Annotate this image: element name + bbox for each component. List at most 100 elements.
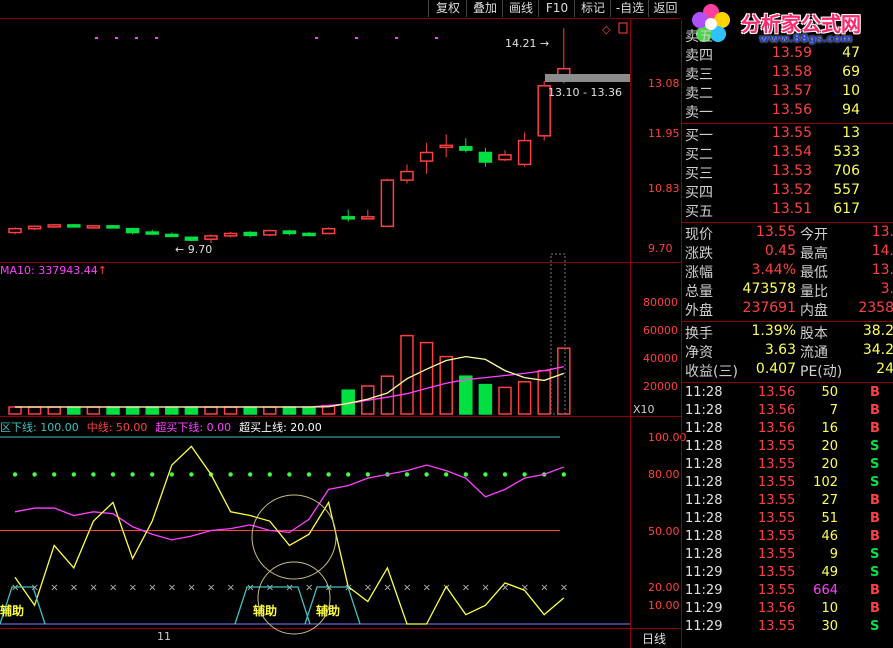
price-range-box — [545, 74, 630, 82]
ind-dot — [346, 472, 351, 477]
volume-bar — [86, 406, 101, 415]
ind-cross: × — [521, 583, 529, 594]
high-label: 14.21 → — [505, 37, 550, 50]
period-button[interactable]: 日线 — [642, 630, 666, 647]
toolbar-button[interactable]: 返回 — [648, 0, 682, 17]
candle — [321, 227, 336, 235]
tick-row: 11:28 13.56 16 B — [682, 421, 893, 439]
stat-value: 2358 — [858, 300, 893, 316]
tick-row: 11:29 13.55 664 B — [682, 583, 893, 601]
indicator-legend-item: 超买下线: 0.00 — [155, 421, 232, 434]
tick-time: 11:29 — [685, 565, 723, 580]
tick-direction: B — [870, 511, 880, 526]
ind-cross: × — [168, 583, 176, 594]
ind-cross: × — [109, 583, 117, 594]
toolbar-button[interactable]: 标记 — [574, 0, 611, 17]
volume-bar — [204, 406, 218, 415]
candle — [380, 178, 395, 228]
tick-time: 11:28 — [685, 547, 723, 562]
indicator-tick: 20.00 — [648, 581, 680, 594]
price-tick: 11.95 — [648, 127, 680, 140]
stat-value: 1.39% — [751, 323, 796, 339]
tick-row: 11:28 13.56 50 B — [682, 385, 893, 403]
tick-volume: 27 — [821, 493, 838, 508]
toolbar-button[interactable]: 画线 — [502, 0, 539, 17]
tick-volume: 30 — [821, 619, 838, 634]
tick-time: 11:28 — [685, 511, 723, 526]
toolbar-button[interactable]: F10 — [538, 0, 575, 17]
volume-bar — [537, 369, 551, 415]
candle — [27, 225, 42, 231]
candle — [459, 138, 473, 153]
indicator-tick: 80.00 — [648, 468, 680, 481]
stat-label: 换手 — [685, 326, 713, 342]
ind-dot — [365, 472, 370, 477]
toolbar-button[interactable]: 叠加 — [466, 0, 503, 17]
volume-bar — [498, 386, 512, 415]
tick-row: 11:29 13.56 10 B — [682, 601, 893, 619]
bid-label: 买三 — [685, 166, 713, 182]
tick-direction: S — [870, 457, 880, 472]
volume-unit: X10 — [633, 403, 655, 416]
candle — [125, 227, 140, 235]
marker-dash — [355, 37, 358, 39]
marker-dash — [95, 37, 98, 39]
tick-row: 11:28 13.56 7 B — [682, 403, 893, 421]
stat-label: 现价 — [685, 227, 713, 243]
volume-bar — [106, 406, 120, 415]
tick-time: 11:28 — [685, 475, 723, 490]
stat-label: 涨跌 — [685, 246, 713, 262]
ind-mark: 辅助 — [0, 603, 24, 618]
ind-cross: × — [481, 583, 489, 594]
ind-cross: × — [383, 583, 391, 594]
toolbar-button[interactable]: 复权 — [428, 0, 467, 17]
ind-cross: × — [246, 583, 254, 594]
tick-time: 11:28 — [685, 457, 723, 472]
ind-dot — [502, 472, 508, 477]
tick-row: 11:28 13.55 46 B — [682, 529, 893, 547]
highlight-circle — [257, 561, 331, 635]
candle — [263, 229, 277, 237]
ind-dot — [522, 472, 527, 477]
ind-cross: × — [540, 583, 548, 594]
stat-value: 3.44% — [751, 262, 796, 278]
tick-direction: B — [870, 385, 880, 400]
bid-label: 买一 — [685, 128, 713, 144]
ind-dot — [267, 472, 272, 477]
ask-volume: 94 — [842, 102, 860, 118]
tick-row: 11:28 13.55 9 S — [682, 547, 893, 565]
tick-direction: B — [870, 403, 880, 418]
volume-bar — [8, 406, 22, 415]
volume-bar — [439, 355, 453, 415]
candle — [282, 229, 297, 236]
candle — [439, 134, 453, 158]
ask-volume: 10 — [842, 83, 860, 99]
stat-value: 34.2 — [862, 342, 893, 358]
stat-label: 最高 — [800, 246, 828, 262]
candle — [8, 227, 22, 235]
tick-row: 11:28 13.55 20 S — [682, 457, 893, 475]
ind-cross: × — [187, 583, 195, 594]
tick-direction: B — [870, 493, 880, 508]
stat-value: 0.407 — [755, 361, 796, 377]
tick-direction: S — [870, 475, 880, 490]
tick-volume: 20 — [821, 439, 838, 454]
stat-value: 13. — [871, 262, 893, 278]
ind-cross: × — [50, 583, 58, 594]
volume-bar — [243, 406, 257, 415]
tick-time: 11:29 — [685, 619, 723, 634]
stat-label: 涨幅 — [685, 265, 713, 281]
bid-row: 买二 13.54 533 — [682, 144, 893, 163]
indicator-tick: 50.00 — [648, 525, 680, 538]
ind-dot — [189, 472, 194, 477]
stat-value: 13.55 — [755, 224, 796, 240]
volume-bar — [478, 383, 493, 415]
separator — [682, 222, 893, 223]
toolbar-button[interactable]: -自选 — [610, 0, 649, 17]
stat-row: 涨幅 3.44% 最低 13. — [682, 262, 893, 281]
separator — [682, 321, 893, 322]
highlight-circle — [251, 494, 337, 580]
stat-value: 14. — [871, 243, 893, 259]
stat-label: 流通 — [800, 345, 828, 361]
ask-volume: 47 — [842, 45, 860, 61]
